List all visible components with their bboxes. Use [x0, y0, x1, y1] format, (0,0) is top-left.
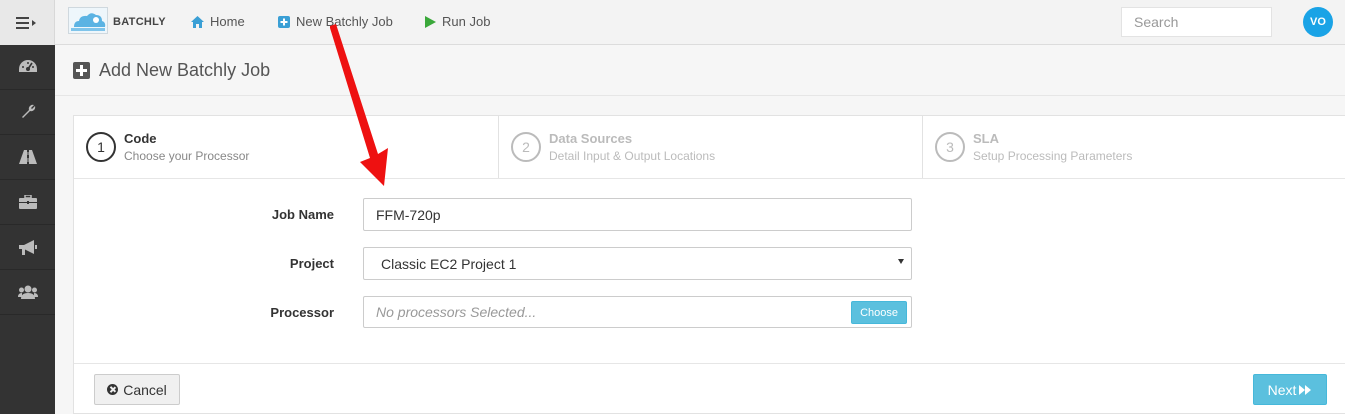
users-icon — [17, 285, 38, 299]
menu-toggle-button[interactable] — [0, 0, 55, 45]
page-title-text: Add New Batchly Job — [99, 60, 271, 80]
cancel-label: Cancel — [123, 381, 167, 398]
step-number: 3 — [935, 132, 965, 162]
next-button[interactable]: Next — [1253, 374, 1327, 405]
processor-placeholder: No processors Selected... — [376, 304, 537, 320]
processor-label: Processor — [270, 305, 334, 320]
sidebar-item-jobs[interactable] — [0, 180, 55, 225]
avatar[interactable]: VO — [1303, 7, 1333, 37]
nav-new-batchly-job[interactable]: New Batchly Job — [278, 14, 393, 29]
nav-run-job[interactable]: Run Job — [425, 14, 490, 29]
nav-home-label: Home — [210, 14, 245, 29]
step-subtitle: Setup Processing Parameters — [973, 149, 1133, 163]
wizard-step-code[interactable]: 1 Code Choose your Processor — [74, 116, 498, 178]
job-name-value: FFM-720p — [376, 206, 441, 223]
wizard-step-sla[interactable]: 3 SLA Setup Processing Parameters — [922, 116, 1345, 178]
job-name-label: Job Name — [271, 207, 334, 222]
step-title: SLA — [973, 131, 999, 146]
bullhorn-icon — [18, 239, 37, 255]
next-label: Next — [1267, 381, 1297, 398]
plus-square-icon — [278, 15, 290, 28]
sidebar-item-settings[interactable] — [0, 90, 55, 135]
wrench-icon — [21, 104, 35, 118]
project-selected-value: Classic EC2 Project 1 — [381, 255, 517, 272]
processor-field[interactable]: No processors Selected... Choose — [363, 296, 912, 328]
brand-name: BATCHLY — [113, 16, 166, 28]
home-icon — [191, 15, 204, 28]
wizard-step-data-sources[interactable]: 2 Data Sources Detail Input & Output Loc… — [498, 116, 922, 178]
nav-home[interactable]: Home — [191, 14, 245, 29]
step-title: Code — [124, 131, 157, 146]
road-icon — [18, 150, 37, 164]
step-number: 1 — [86, 132, 116, 162]
play-icon — [425, 15, 436, 28]
project-label: Project — [289, 256, 334, 271]
step-subtitle: Choose your Processor — [124, 149, 250, 163]
sidebar-item-users[interactable] — [0, 270, 55, 315]
batchly-logo[interactable] — [68, 7, 108, 34]
cancel-button[interactable]: Cancel — [94, 374, 180, 405]
step-subtitle: Detail Input & Output Locations — [549, 149, 716, 163]
step-number: 2 — [511, 132, 541, 162]
choose-processor-button[interactable]: Choose — [851, 301, 907, 324]
times-circle-icon — [107, 384, 119, 395]
plus-square-icon — [73, 62, 90, 79]
wizard-panel: 1 Code Choose your Processor 2 Data Sour… — [73, 115, 1345, 414]
sidebar-item-announcements[interactable] — [0, 225, 55, 270]
page-header: Add New Batchly Job — [55, 46, 1345, 96]
sidebar — [0, 45, 55, 414]
step-title: Data Sources — [549, 131, 633, 146]
search-input[interactable] — [1121, 7, 1272, 37]
sidebar-item-road[interactable] — [0, 135, 55, 180]
wizard-steps: 1 Code Choose your Processor 2 Data Sour… — [74, 116, 1345, 179]
top-navbar: BATCHLY Home New Batchly Job Run Job VO — [0, 0, 1345, 45]
dashboard-icon — [18, 60, 37, 72]
double-chevron-right-icon — [1299, 384, 1312, 395]
menu-icon — [16, 16, 36, 29]
nav-run-job-label: Run Job — [442, 14, 491, 29]
job-name-input[interactable]: FFM-720p — [363, 198, 912, 231]
page-title: Add New Batchly Job — [73, 60, 270, 81]
briefcase-icon — [18, 195, 37, 209]
divider — [74, 363, 1345, 364]
nav-new-job-label: New Batchly Job — [296, 14, 393, 29]
project-select[interactable]: Classic EC2 Project 1 — [363, 247, 912, 280]
caret-down-icon — [898, 259, 904, 264]
sidebar-item-dashboard[interactable] — [0, 45, 55, 90]
